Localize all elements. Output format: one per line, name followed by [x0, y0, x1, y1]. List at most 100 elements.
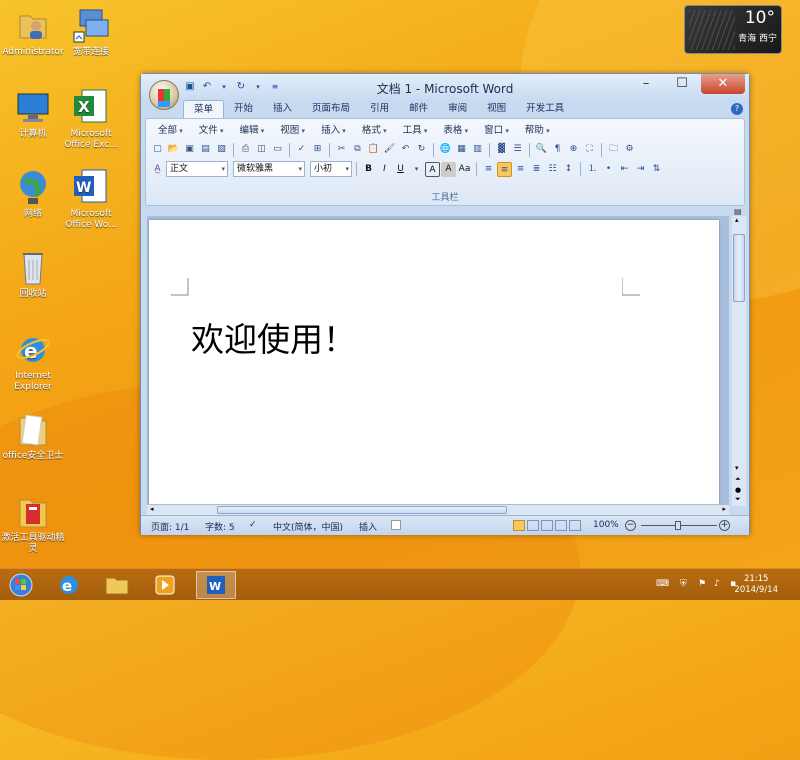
volume-icon[interactable]: ♪ [714, 579, 726, 590]
print-layout-view-icon[interactable] [513, 520, 525, 531]
increase-indent-icon[interactable]: ⇥ [633, 162, 648, 177]
save-icon[interactable]: ▣ [182, 142, 197, 157]
notification-flag-icon[interactable]: ⚑ [698, 579, 710, 590]
desktop-icon-network[interactable]: 网络 [0, 168, 66, 220]
menu-window[interactable]: 窗口 [476, 124, 517, 138]
new-document-icon[interactable]: ▢ [150, 142, 165, 157]
underline-icon[interactable]: U [393, 162, 408, 177]
tab-page-layout[interactable]: 页面布局 [302, 100, 360, 118]
pdf-icon[interactable]: ▧ [214, 142, 229, 157]
align-right-icon[interactable]: ≡ [513, 162, 528, 177]
page-setup-icon[interactable]: ▭ [270, 142, 285, 157]
office-button[interactable] [149, 80, 179, 110]
paste-icon[interactable]: 📋 [366, 142, 381, 157]
file-explorer-icon[interactable] [100, 571, 140, 599]
tab-view[interactable]: 视图 [477, 100, 516, 118]
tab-references[interactable]: 引用 [360, 100, 399, 118]
save-icon[interactable]: ▣ [183, 80, 197, 94]
minimize-button[interactable]: – [631, 74, 661, 94]
desktop-icon-administrator[interactable]: Administrator [0, 6, 66, 58]
zoom-out-icon[interactable]: − [625, 520, 636, 531]
zoom-icon[interactable]: ⊕ [566, 142, 581, 157]
style-combo[interactable]: 正文 [166, 161, 228, 177]
save-as-icon[interactable]: ▤ [198, 142, 213, 157]
copy-icon[interactable]: ⧉ [350, 142, 365, 157]
document-text[interactable]: 欢迎使用！ [191, 313, 356, 361]
full-screen-reading-icon[interactable] [527, 520, 539, 531]
menu-file[interactable]: 文件 [191, 124, 232, 138]
underline-dropdown-icon[interactable]: ▾ [409, 162, 424, 177]
undo-icon[interactable]: ↶ [398, 142, 413, 157]
drawing-icon[interactable]: ▓ [494, 142, 509, 157]
tab-insert[interactable]: 插入 [263, 100, 302, 118]
menu-all[interactable]: 全部 [150, 124, 191, 138]
change-case-icon[interactable]: Aa [457, 162, 472, 177]
status-word-count[interactable]: 字数: 5 [205, 520, 235, 533]
desktop-icon-computer[interactable]: 计算机 [0, 88, 66, 140]
outline-view-icon[interactable] [555, 520, 567, 531]
print-icon[interactable]: ⎙ [238, 142, 253, 157]
proofing-icon[interactable]: ✓ [249, 520, 257, 530]
spelling-icon[interactable]: ✓ [294, 142, 309, 157]
tab-review[interactable]: 审阅 [438, 100, 477, 118]
desktop-icon-office-safety[interactable]: office安全卫士 [0, 410, 66, 462]
menu-format[interactable]: 格式 [354, 124, 395, 138]
scroll-up-icon[interactable]: ▴ [735, 216, 739, 224]
bold-icon[interactable]: B [361, 162, 376, 177]
justify-icon[interactable]: ≣ [529, 162, 544, 177]
menu-insert[interactable]: 插入 [313, 124, 354, 138]
scroll-thumb[interactable] [733, 234, 745, 302]
close-button[interactable]: ✕ [701, 74, 745, 94]
tab-developer[interactable]: 开发工具 [516, 100, 574, 118]
horizontal-scrollbar[interactable]: ◂ ▸ [147, 504, 729, 515]
help-icon[interactable]: ? [731, 103, 743, 115]
title-bar[interactable]: 文档 1 - Microsoft Word ▣ ↶ ▾ ↻ ▾ ≡ – ☐ ✕ [141, 74, 749, 100]
tab-menu[interactable]: 菜单 [183, 100, 225, 118]
find-icon[interactable]: 🔍 [534, 142, 549, 157]
cut-icon[interactable]: ✂ [334, 142, 349, 157]
menu-help[interactable]: 帮助 [517, 124, 558, 138]
scroll-left-icon[interactable]: ◂ [150, 505, 154, 513]
media-player-icon[interactable] [148, 571, 188, 599]
research-icon[interactable]: ⊞ [310, 142, 325, 157]
format-painter-icon[interactable]: 🖌 [382, 142, 397, 157]
status-language[interactable]: 中文(简体，中国) [273, 520, 343, 533]
weather-gadget[interactable]: 10° 青海 西宁 [684, 5, 782, 54]
dropdown-icon[interactable]: ▾ [251, 80, 265, 94]
menu-view[interactable]: 视图 [272, 124, 313, 138]
security-icon[interactable]: ⛨ [680, 579, 692, 590]
customize-qat-icon[interactable]: ≡ [268, 80, 282, 94]
draft-view-icon[interactable] [569, 520, 581, 531]
align-center-icon[interactable]: ≡ [497, 161, 512, 177]
document-page[interactable]: 欢迎使用！ [149, 220, 719, 506]
fullscreen-icon[interactable]: ⛶ [582, 142, 597, 157]
table-icon[interactable]: ▦ [454, 142, 469, 157]
status-page[interactable]: 页面: 1/1 [151, 520, 189, 533]
menu-tools[interactable]: 工具 [395, 124, 436, 138]
italic-icon[interactable]: I [377, 162, 392, 177]
redo-icon[interactable]: ↻ [414, 142, 429, 157]
dropdown-icon[interactable]: ▾ [217, 80, 231, 94]
desktop-icon-activation-tool[interactable]: 激活工具驱动精灵 [0, 492, 66, 555]
vertical-scrollbar[interactable]: ▴ ▾ ⏶ ● ⏷ [732, 216, 746, 506]
desktop-icon-ie[interactable]: e Internet Explorer [0, 330, 66, 393]
folder-icon[interactable]: 🗀 [606, 142, 621, 157]
redo-icon[interactable]: ↻ [234, 80, 248, 94]
font-combo[interactable]: 微软雅黑 [233, 161, 305, 177]
hyperlink-icon[interactable]: 🌐 [438, 142, 453, 157]
sort-icon[interactable]: ⇅ [649, 162, 664, 177]
zoom-level[interactable]: 100% [593, 520, 619, 530]
ie-taskbar-icon[interactable]: e [52, 571, 92, 599]
undo-icon[interactable]: ↶ [200, 80, 214, 94]
start-button[interactable] [4, 571, 44, 599]
zoom-in-icon[interactable]: + [719, 520, 730, 531]
select-browse-object-icon[interactable]: ● [735, 486, 741, 494]
tab-mailings[interactable]: 邮件 [399, 100, 438, 118]
next-page-icon[interactable]: ⏷ [735, 495, 741, 504]
word-taskbar-icon[interactable]: W [196, 571, 236, 599]
scroll-down-icon[interactable]: ▾ [735, 464, 739, 472]
scroll-right-icon[interactable]: ▸ [722, 505, 726, 513]
align-left-icon[interactable]: ≡ [481, 162, 496, 177]
clock[interactable]: 21:15 2014/9/14 [734, 574, 778, 596]
document-area[interactable]: 欢迎使用！ [147, 216, 729, 506]
